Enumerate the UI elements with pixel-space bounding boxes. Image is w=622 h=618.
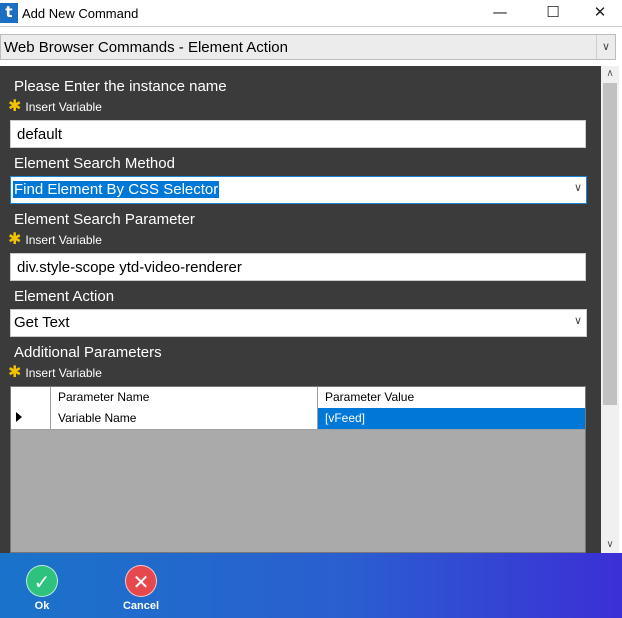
grid-header: Parameter Name Parameter Value xyxy=(11,387,585,409)
instance-name-value: default xyxy=(17,126,63,143)
maximize-button[interactable]: ☐ xyxy=(531,0,575,26)
insert-variable-label: Insert Variable xyxy=(25,366,102,380)
search-method-value: Find Element By CSS Selector xyxy=(13,181,220,198)
command-type-select[interactable]: Web Browser Commands - Element Action ∨ xyxy=(0,34,616,60)
chevron-down-icon[interactable]: ∨ xyxy=(574,181,582,194)
chevron-down-icon[interactable]: ∨ xyxy=(596,35,615,59)
chevron-down-icon[interactable]: ∨ xyxy=(574,314,582,327)
checkmark-icon: ✓ xyxy=(26,565,58,597)
current-row-arrow-icon xyxy=(16,412,22,422)
search-method-label: Element Search Method xyxy=(14,155,175,172)
ok-button[interactable]: ✓ Ok xyxy=(12,565,72,612)
cancel-label: Cancel xyxy=(122,600,160,612)
row-indicator[interactable] xyxy=(11,408,51,429)
column-header-parameter-value[interactable]: Parameter Value xyxy=(318,387,585,408)
instance-name-input[interactable]: default xyxy=(10,120,586,148)
scroll-up-icon[interactable]: ∧ xyxy=(601,66,619,82)
instance-name-label: Please Enter the instance name xyxy=(14,78,227,95)
star-icon: ✱ xyxy=(8,96,22,115)
table-row[interactable]: Variable Name [vFeed] xyxy=(11,408,585,430)
scroll-down-icon[interactable]: ∨ xyxy=(601,537,619,553)
minimize-button[interactable]: — xyxy=(478,0,522,26)
title-bar: t Add New Command — ☐ ✕ xyxy=(0,0,622,27)
search-parameter-label: Element Search Parameter xyxy=(14,211,195,228)
command-type-value: Web Browser Commands - Element Action xyxy=(4,39,288,56)
element-action-select[interactable]: Get Text ∨ xyxy=(10,309,587,337)
cell-parameter-name[interactable]: Variable Name xyxy=(51,408,318,429)
cancel-button[interactable]: ✕ Cancel xyxy=(111,565,171,612)
column-header-parameter-name[interactable]: Parameter Name xyxy=(51,387,318,408)
command-form-panel: Please Enter the instance name ✱ Insert V… xyxy=(0,66,601,553)
ok-label: Ok xyxy=(34,600,50,612)
insert-variable-label: Insert Variable xyxy=(25,233,102,247)
star-icon: ✱ xyxy=(8,229,22,248)
element-action-label: Element Action xyxy=(14,288,115,305)
vertical-scrollbar[interactable]: ∧ ∨ xyxy=(601,66,619,553)
action-bar: ✓ Ok ✕ Cancel xyxy=(0,553,622,618)
search-parameter-input[interactable]: div.style-scope ytd-video-renderer xyxy=(10,253,586,281)
insert-variable-link-search[interactable]: ✱ Insert Variable xyxy=(8,229,102,248)
scroll-thumb[interactable] xyxy=(603,83,617,405)
close-window-button[interactable]: ✕ xyxy=(578,0,622,26)
grid-corner-cell xyxy=(11,387,51,408)
parameters-grid[interactable]: Parameter Name Parameter Value Variable … xyxy=(10,386,586,553)
element-action-value: Get Text xyxy=(14,314,70,331)
app-logo-icon: t xyxy=(0,3,18,23)
insert-variable-label: Insert Variable xyxy=(25,100,102,114)
x-icon: ✕ xyxy=(125,565,157,597)
additional-parameters-label: Additional Parameters xyxy=(14,344,162,361)
search-method-select[interactable]: Find Element By CSS Selector ∨ xyxy=(10,176,587,204)
window-title: Add New Command xyxy=(22,6,139,21)
insert-variable-link-instance[interactable]: ✱ Insert Variable xyxy=(8,96,102,115)
search-parameter-value: div.style-scope ytd-video-renderer xyxy=(17,259,242,276)
cell-parameter-value[interactable]: [vFeed] xyxy=(318,408,585,429)
insert-variable-link-parameters[interactable]: ✱ Insert Variable xyxy=(8,362,102,381)
star-icon: ✱ xyxy=(8,362,22,381)
